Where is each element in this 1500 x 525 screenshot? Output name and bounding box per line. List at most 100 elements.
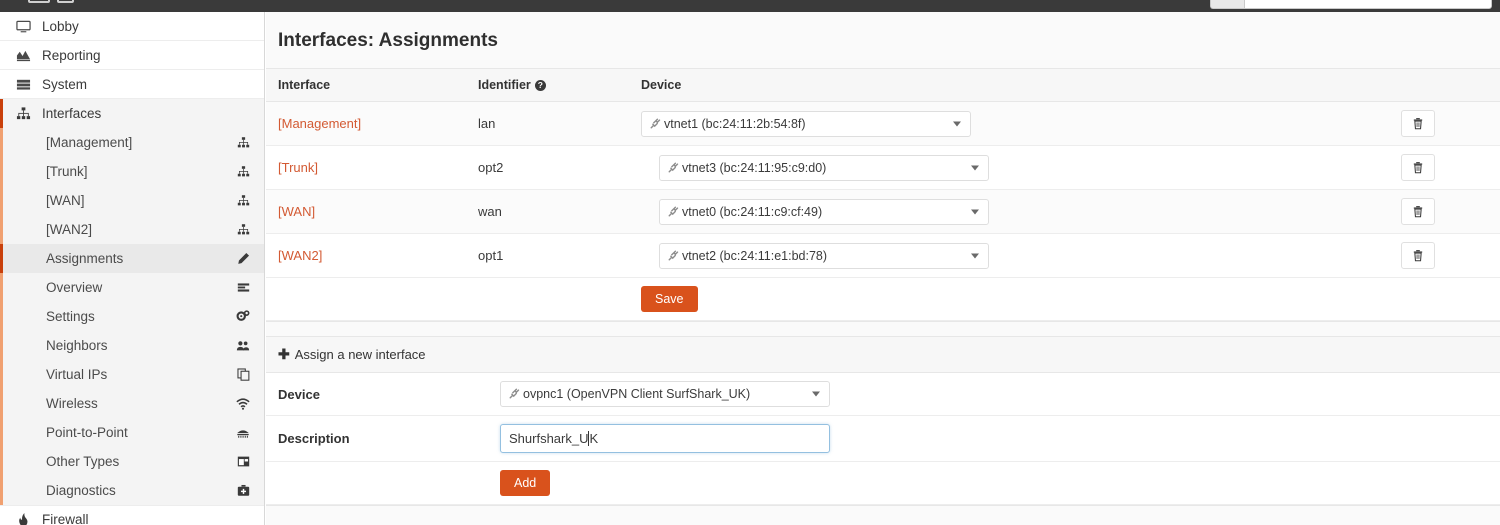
- sidebar-item-label: Neighbors: [46, 338, 108, 353]
- save-button[interactable]: Save: [641, 286, 698, 312]
- sidebar-item-point-to-point[interactable]: Point-to-Point: [0, 418, 264, 447]
- sidebar-item-label: [WAN2]: [46, 222, 93, 237]
- description-row: Description Shurfshark_U K: [266, 415, 1500, 462]
- table-row: [Management] lan vtnet1 (bc:24:11:2b:54:…: [266, 101, 1500, 146]
- save-spacer-2: [466, 277, 629, 321]
- sidebar-item-label: System: [42, 76, 88, 92]
- chart-area-icon: [16, 48, 38, 63]
- chevron-down-icon: [971, 253, 979, 258]
- table-row: [WAN] wan vtnet0 (bc:24:11:c9:cf:49): [266, 189, 1500, 234]
- sidebar-item-label: Reporting: [42, 47, 101, 63]
- cell-identifier: opt2: [466, 145, 629, 190]
- save-spacer-3: [1389, 277, 1500, 321]
- wifi-icon: [236, 397, 250, 411]
- pencil-icon: [237, 252, 250, 265]
- main-content: Interfaces: Assignments Interface Identi…: [266, 12, 1500, 525]
- table-row: [Trunk] opt2 vtnet3 (bc:24:11:95:c9:d0): [266, 145, 1500, 190]
- delete-button[interactable]: [1401, 198, 1435, 225]
- interface-link[interactable]: [WAN2]: [278, 248, 322, 263]
- sidebar-item-assignments[interactable]: Assignments: [0, 244, 264, 273]
- add-button[interactable]: Add: [500, 470, 551, 496]
- cell-actions: [1389, 189, 1500, 234]
- plug-icon: [667, 205, 679, 218]
- sitemap-icon: [237, 223, 250, 236]
- page-title: Interfaces: Assignments: [266, 12, 1500, 68]
- monitor-icon: [16, 19, 38, 34]
- cell-device: vtnet2 (bc:24:11:e1:bd:78): [629, 233, 1389, 278]
- logo-box-1: [28, 0, 50, 3]
- device-select[interactable]: vtnet3 (bc:24:11:95:c9:d0): [659, 154, 989, 181]
- description-input[interactable]: Shurfshark_U K: [500, 424, 830, 453]
- new-device-select[interactable]: ovpnc1 (OpenVPN Client SurfShark_UK): [500, 381, 830, 407]
- cell-interface: [Management]: [266, 101, 466, 146]
- description-label: Description: [266, 415, 488, 462]
- plug-icon: [649, 117, 661, 130]
- delete-icon: [1413, 162, 1423, 174]
- delete-icon: [1413, 206, 1423, 218]
- sidebar-item-overview[interactable]: Overview: [0, 273, 264, 302]
- search-icon[interactable]: [1210, 0, 1244, 9]
- sidebar-item-label: Lobby: [42, 18, 79, 34]
- sidebar-item-label: Assignments: [46, 251, 124, 266]
- sidebar-item-wan[interactable]: [WAN]: [0, 186, 264, 215]
- device-field-cell: ovpnc1 (OpenVPN Client SurfShark_UK): [488, 373, 1500, 416]
- search-input[interactable]: [1244, 0, 1492, 9]
- help-icon[interactable]: ?: [534, 80, 546, 91]
- new-interface-form: Device ovpnc1 (OpenVPN Client SurfShark_…: [266, 373, 1500, 505]
- device-select-value: vtnet2 (bc:24:11:e1:bd:78): [682, 248, 828, 263]
- assign-new-interface-label: Assign a new interface: [294, 347, 426, 362]
- brand-logo[interactable]: OPNsense: [28, 0, 165, 4]
- sidebar-item-virtual-ips[interactable]: Virtual IPs: [0, 360, 264, 389]
- sitemap-icon: [237, 194, 250, 207]
- sidebar-item-other-types[interactable]: Other Types: [0, 447, 264, 476]
- top-bar: OPNsense: [0, 0, 1500, 12]
- cell-actions: [1389, 101, 1500, 146]
- add-cell: Add: [488, 461, 1500, 505]
- cell-actions: [1389, 145, 1500, 190]
- delete-button[interactable]: [1401, 110, 1435, 137]
- interface-link[interactable]: [Trunk]: [278, 160, 318, 175]
- sidebar-item-reporting[interactable]: Reporting: [0, 41, 264, 70]
- chevron-down-icon: [971, 209, 979, 214]
- interface-link[interactable]: [Management]: [278, 116, 361, 131]
- delete-button[interactable]: [1401, 154, 1435, 181]
- sidebar-item-system[interactable]: System: [0, 70, 264, 99]
- cell-device: vtnet3 (bc:24:11:95:c9:d0): [629, 145, 1389, 190]
- sidebar-item-lobby[interactable]: Lobby: [0, 12, 264, 41]
- global-search[interactable]: [1210, 0, 1492, 9]
- sidebar-item-label: Other Types: [46, 454, 120, 469]
- sidebar-item-settings[interactable]: Settings: [0, 302, 264, 331]
- cell-device: vtnet0 (bc:24:11:c9:cf:49): [629, 189, 1389, 234]
- sidebar-item-label: Wireless: [46, 396, 98, 411]
- save-spacer-1: [266, 277, 466, 321]
- device-select-value: vtnet0 (bc:24:11:c9:cf:49): [682, 204, 823, 219]
- sidebar-item-wan2[interactable]: [WAN2]: [0, 215, 264, 244]
- users-icon: [236, 339, 250, 353]
- assignments-panel: Interface Identifier? Device [Management…: [266, 68, 1500, 322]
- chevron-down-icon: [953, 121, 961, 126]
- sidebar-item-neighbors[interactable]: Neighbors: [0, 331, 264, 360]
- add-row: Add: [266, 461, 1500, 505]
- sidebar-item-label: [WAN]: [46, 193, 85, 208]
- sidebar-item-diagnostics[interactable]: Diagnostics: [0, 476, 264, 505]
- assign-new-interface-header[interactable]: ✚ Assign a new interface: [266, 337, 1500, 373]
- device-select-value: vtnet1 (bc:24:11:2b:54:8f): [664, 116, 806, 131]
- device-select-value: vtnet3 (bc:24:11:95:c9:d0): [682, 160, 827, 175]
- sidebar-item-firewall[interactable]: Firewall: [0, 505, 264, 525]
- device-select[interactable]: vtnet1 (bc:24:11:2b:54:8f): [641, 110, 971, 137]
- cell-interface: [Trunk]: [266, 145, 466, 190]
- device-select[interactable]: vtnet2 (bc:24:11:e1:bd:78): [659, 242, 989, 269]
- sidebar-item-trunk[interactable]: [Trunk]: [0, 157, 264, 186]
- save-row: Save: [266, 277, 1500, 321]
- interface-link[interactable]: [WAN]: [278, 204, 315, 219]
- delete-icon: [1413, 118, 1423, 130]
- sidebar-item-label: Diagnostics: [46, 483, 116, 498]
- cell-interface: [WAN]: [266, 189, 466, 234]
- sidebar-item-management[interactable]: [Management]: [0, 128, 264, 157]
- brand-text: OPNsense: [81, 0, 165, 4]
- cell-interface: [WAN2]: [266, 233, 466, 278]
- sidebar-item-wireless[interactable]: Wireless: [0, 389, 264, 418]
- device-select[interactable]: vtnet0 (bc:24:11:c9:cf:49): [659, 198, 989, 225]
- sidebar-item-interfaces[interactable]: Interfaces: [0, 99, 264, 128]
- delete-button[interactable]: [1401, 242, 1435, 269]
